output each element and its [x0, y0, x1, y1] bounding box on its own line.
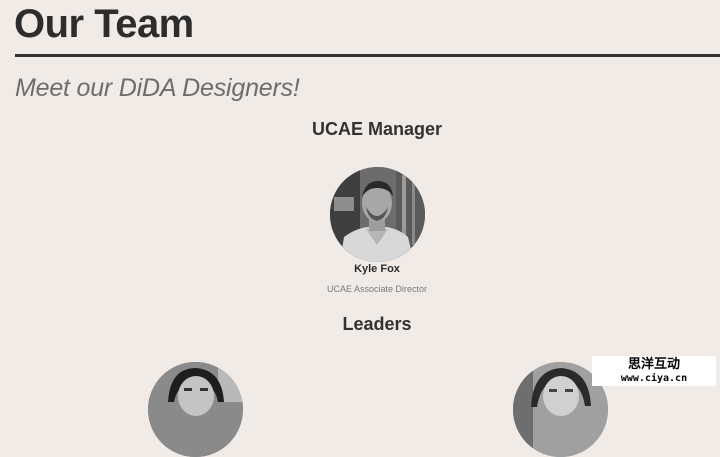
portrait-photo [330, 167, 425, 262]
section-heading-manager: UCAE Manager [311, 119, 443, 139]
member-role: UCAE Associate Director [326, 284, 428, 294]
page-tagline: Meet our DiDA Designers! [15, 74, 300, 102]
portrait-photo [148, 362, 243, 457]
watermark-url: www.ciya.cn [620, 373, 688, 384]
title-divider [15, 54, 720, 57]
watermark-name: 思洋互动 [627, 357, 680, 372]
section-heading-leaders: Leaders [342, 314, 412, 334]
page-title: Our Team [14, 2, 194, 46]
avatar-leader-left[interactable] [148, 362, 243, 457]
watermark: 思洋互动 www.ciya.cn [592, 356, 716, 386]
member-name: Kyle Fox [354, 263, 400, 275]
avatar-kyle-fox[interactable] [330, 167, 425, 262]
